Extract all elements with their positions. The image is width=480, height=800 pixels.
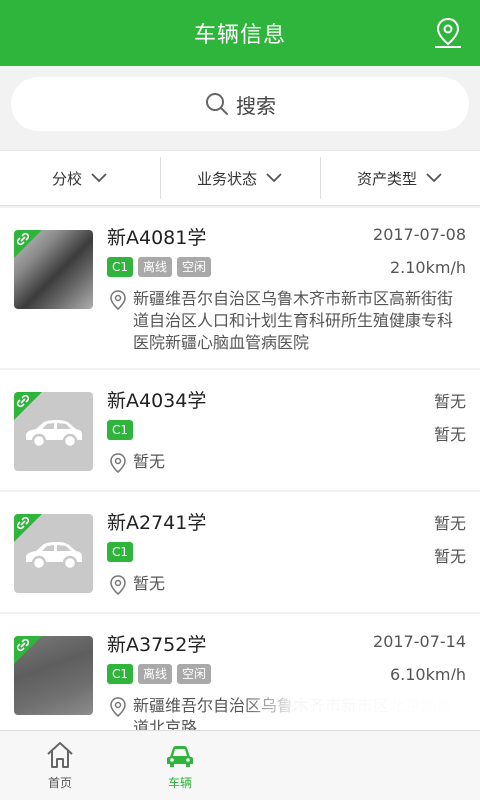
car-icon — [26, 420, 82, 449]
filter-business-status-label: 业务状态 — [196, 169, 257, 188]
location-pin-icon — [110, 290, 126, 310]
car-icon — [167, 746, 193, 767]
location-pin-icon — [110, 697, 126, 717]
list-item[interactable]: 新A4081学 2017-07-08 C1 离线 空闲 2.10km/h 新疆维… — [0, 208, 480, 368]
address-text: 暂无 — [133, 452, 166, 471]
vehicle-address: 暂无 — [107, 573, 457, 595]
license-class-badge: C1 — [107, 257, 134, 277]
page-title: 车辆信息 — [193, 23, 286, 48]
vehicle-address: 新疆维吾尔自治区乌鲁木齐市新市区北京路街道北京路 — [107, 695, 457, 730]
vehicle-photo-placeholder — [14, 392, 93, 471]
last-update-date: 暂无 — [433, 514, 466, 533]
link-icon — [16, 394, 30, 408]
link-icon — [16, 516, 30, 530]
plate-number: 新A4081学 — [107, 227, 207, 249]
status-tags: C1 离线 空闲 — [107, 257, 212, 277]
car-icon — [26, 542, 82, 571]
status-tags: C1 离线 空闲 — [107, 664, 212, 684]
location-pin-icon[interactable] — [432, 16, 464, 50]
filter-business-status[interactable]: 业务状态 — [160, 151, 320, 205]
license-class-badge: C1 — [107, 664, 134, 684]
chevron-down-icon — [426, 173, 442, 183]
status-badge: 空闲 — [177, 664, 212, 684]
last-update-date: 2017-07-14 — [373, 632, 466, 651]
status-badge: 空闲 — [177, 257, 212, 277]
chevron-down-icon — [266, 173, 282, 183]
list-item[interactable]: 新A3752学 2017-07-14 C1 离线 空闲 6.10km/h 新疆维… — [0, 614, 480, 730]
status-tags: C1 — [107, 542, 134, 562]
vehicle-list: 新A4081学 2017-07-08 C1 离线 空闲 2.10km/h 新疆维… — [0, 208, 480, 730]
tab-vehicles-label: 车辆 — [167, 776, 192, 790]
search-area: 搜索 — [0, 66, 480, 150]
vehicle-address: 新疆维吾尔自治区乌鲁木齐市新市区高新街街道自治区人口和计划生育科研所生殖健康专科… — [107, 288, 457, 354]
vehicle-photo — [14, 636, 93, 715]
last-update-date: 2017-07-08 — [373, 225, 466, 244]
home-icon — [47, 742, 73, 768]
filter-asset-type-label: 资产类型 — [356, 169, 417, 188]
search-input[interactable]: 搜索 — [11, 77, 469, 131]
location-pin-icon — [110, 453, 126, 473]
bottom-tab-bar: 首页 车辆 — [0, 730, 480, 800]
tab-home[interactable]: 首页 — [0, 731, 120, 800]
vehicle-photo-placeholder — [14, 514, 93, 593]
speed-value: 2.10km/h — [389, 258, 466, 277]
list-item[interactable]: 新A4034学 暂无 C1 暂无 暂无 — [0, 370, 480, 490]
speed-value: 暂无 — [433, 547, 466, 566]
filter-branch-label: 分校 — [51, 169, 82, 188]
chevron-down-icon — [91, 173, 107, 183]
link-icon — [16, 638, 30, 652]
app-header: 车辆信息 — [0, 0, 480, 66]
search-icon — [206, 93, 228, 115]
vehicle-photo — [14, 230, 93, 309]
location-pin-icon — [110, 575, 126, 595]
filter-branch[interactable]: 分校 — [0, 151, 160, 205]
address-text: 新疆维吾尔自治区乌鲁木齐市新市区高新街街道自治区人口和计划生育科研所生殖健康专科… — [133, 289, 454, 352]
tab-vehicles[interactable]: 车辆 — [120, 731, 240, 800]
speed-value: 6.10km/h — [389, 665, 466, 684]
license-class-badge: C1 — [107, 420, 134, 440]
address-text: 暂无 — [133, 574, 166, 593]
vehicle-address: 暂无 — [107, 451, 457, 473]
tab-home-label: 首页 — [47, 776, 72, 790]
status-badge: 离线 — [138, 257, 173, 277]
search-placeholder: 搜索 — [236, 93, 276, 118]
plate-number: 新A2741学 — [107, 512, 207, 534]
license-class-badge: C1 — [107, 542, 134, 562]
plate-number: 新A3752学 — [107, 634, 207, 656]
list-item[interactable]: 新A2741学 暂无 C1 暂无 暂无 — [0, 492, 480, 612]
address-text: 新疆维吾尔自治区乌鲁木齐市新市区北京路街道北京路 — [133, 696, 454, 730]
status-tags: C1 — [107, 420, 134, 440]
filter-asset-type[interactable]: 资产类型 — [320, 151, 480, 205]
plate-number: 新A4034学 — [107, 390, 207, 412]
filter-bar: 分校 业务状态 资产类型 — [0, 150, 480, 206]
link-icon — [16, 232, 30, 246]
last-update-date: 暂无 — [433, 392, 466, 411]
speed-value: 暂无 — [433, 425, 466, 444]
status-badge: 离线 — [138, 664, 173, 684]
